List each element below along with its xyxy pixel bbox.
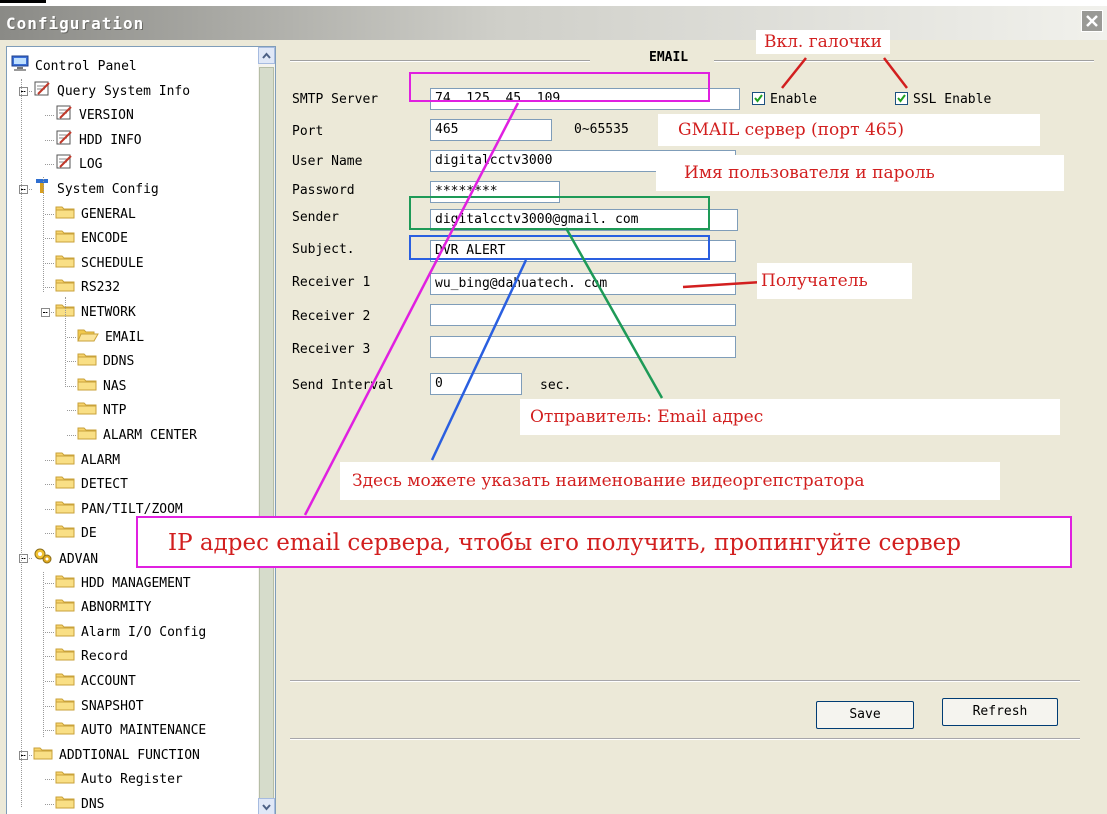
sender-note: Отправитель: Email адрес bbox=[520, 399, 1060, 435]
userpass-note: Имя пользователя и пароль bbox=[656, 155, 1064, 191]
ip-note: IP адрес email сервера, чтобы его получи… bbox=[136, 516, 1072, 568]
checkmarks-note: Вкл. галочки bbox=[756, 30, 890, 54]
gmail-note: GMAIL сервер (порт 465) bbox=[658, 114, 1040, 146]
subject-note: Здесь можете указать наименование видеор… bbox=[340, 462, 1000, 500]
receiver-note: Получатель bbox=[757, 263, 912, 299]
